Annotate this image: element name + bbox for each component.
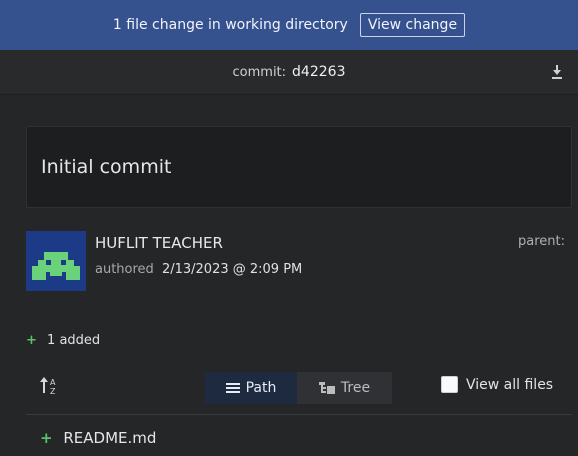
avatar <box>26 231 86 291</box>
authored-date: 2/13/2023 @ 2:09 PM <box>161 262 303 277</box>
tree-icon <box>318 382 335 394</box>
download-icon[interactable] <box>550 63 564 81</box>
file-added-symbol: + <box>40 429 53 447</box>
commit-header: commit: d42263 <box>0 50 578 95</box>
working-directory-banner: 1 file change in working directory View … <box>0 0 578 51</box>
file-name: README.md <box>63 429 157 447</box>
authored-info: authored 2/13/2023 @ 2:09 PM <box>95 262 302 277</box>
banner-message: 1 file change in working directory <box>112 17 348 33</box>
divider <box>26 414 572 415</box>
commit-sha[interactable]: d42263 <box>292 64 345 80</box>
view-mode-toggle: Path Tree <box>205 372 392 404</box>
authored-label: authored <box>95 262 154 277</box>
view-change-button[interactable]: View change <box>359 13 466 37</box>
svg-text:A: A <box>50 378 56 387</box>
view-all-files-toggle[interactable]: View all files <box>441 376 553 393</box>
sort-az-icon[interactable]: A Z <box>40 376 62 396</box>
added-summary: + 1 added <box>26 333 100 348</box>
file-row-readme[interactable]: + README.md <box>40 429 156 447</box>
list-icon <box>225 383 240 393</box>
parent-label: parent: <box>518 234 565 249</box>
commit-message[interactable]: Initial commit <box>26 126 572 208</box>
path-view-button[interactable]: Path <box>205 372 297 404</box>
author-name: HUFLIT TEACHER <box>95 234 223 252</box>
added-symbol: + <box>26 333 37 348</box>
view-all-files-label: View all files <box>466 376 554 393</box>
view-all-files-checkbox[interactable] <box>441 376 458 393</box>
commit-label: commit: <box>232 64 287 80</box>
svg-text:Z: Z <box>50 387 56 396</box>
tree-view-label: Tree <box>340 380 371 396</box>
added-count: 1 added <box>47 333 101 348</box>
tree-view-button[interactable]: Tree <box>297 372 392 404</box>
commit-message-text: Initial commit <box>41 156 172 178</box>
path-view-label: Path <box>245 380 277 396</box>
